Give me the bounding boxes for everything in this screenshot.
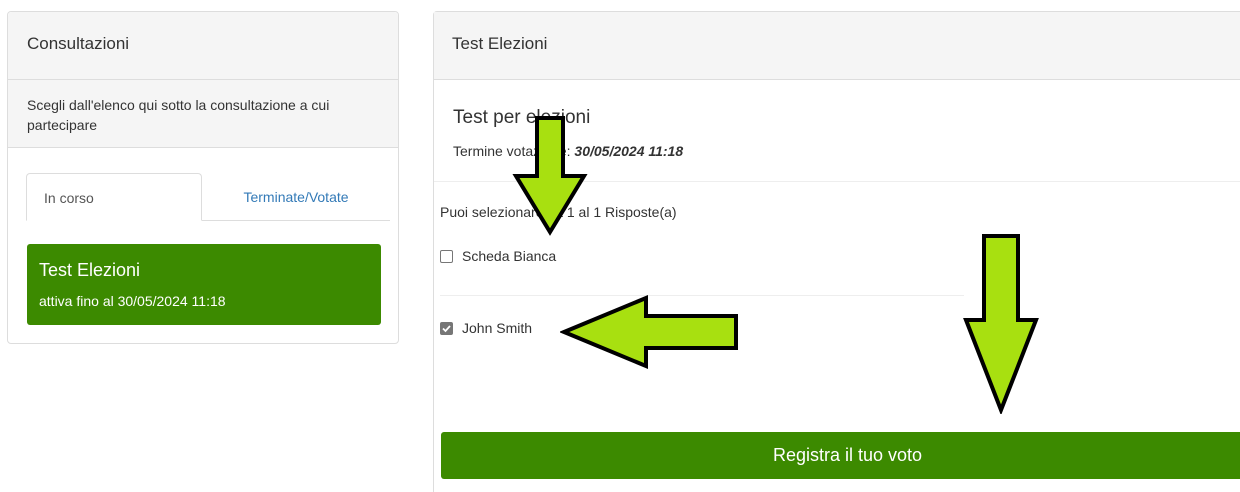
ballot-panel: Test Elezioni Test per elezioni Termine … [433,11,1240,492]
option-scheda-bianca[interactable]: Scheda Bianca [440,248,556,264]
selection-hint: Puoi selezionare da 1 al 1 Risposte(a) [440,204,677,220]
option-label: John Smith [462,320,533,336]
consultation-item-subtitle: attiva fino al 30/05/2024 11:18 [39,293,226,309]
option-label: Scheda Bianca [462,248,557,264]
checkbox-scheda-bianca[interactable] [440,249,453,263]
submit-vote-button[interactable]: Registra il tuo voto [441,432,1240,479]
checkbox-john-smith[interactable] [440,321,453,335]
deadline-value: 30/05/2024 11:18 [574,143,684,159]
option-john-smith[interactable]: John Smith [440,320,532,336]
tabs: In corso Terminate/Votate [26,173,390,221]
tab-in-corso[interactable]: In corso [26,173,202,221]
tab-terminate-votate[interactable]: Terminate/Votate [202,173,390,221]
checkmark-icon [442,324,451,332]
consultations-description: Scegli dall'elenco qui sotto la consulta… [8,80,398,148]
ballot-header: Test Elezioni [434,12,1240,80]
consultations-panel: Consultazioni Scegli dall'elenco qui sot… [7,11,399,344]
ballot-title: Test per elezioni [453,107,591,128]
consultation-item-title: Test Elezioni [39,260,141,280]
consultation-item[interactable]: Test Elezioni attiva fino al 30/05/2024 … [27,244,381,325]
divider [434,181,1240,182]
deadline-label: Termine votazione: [453,143,575,159]
consultations-title: Consultazioni [8,12,398,80]
divider [440,295,964,296]
ballot-deadline: Termine votazione: 30/05/2024 11:18 [453,143,683,159]
